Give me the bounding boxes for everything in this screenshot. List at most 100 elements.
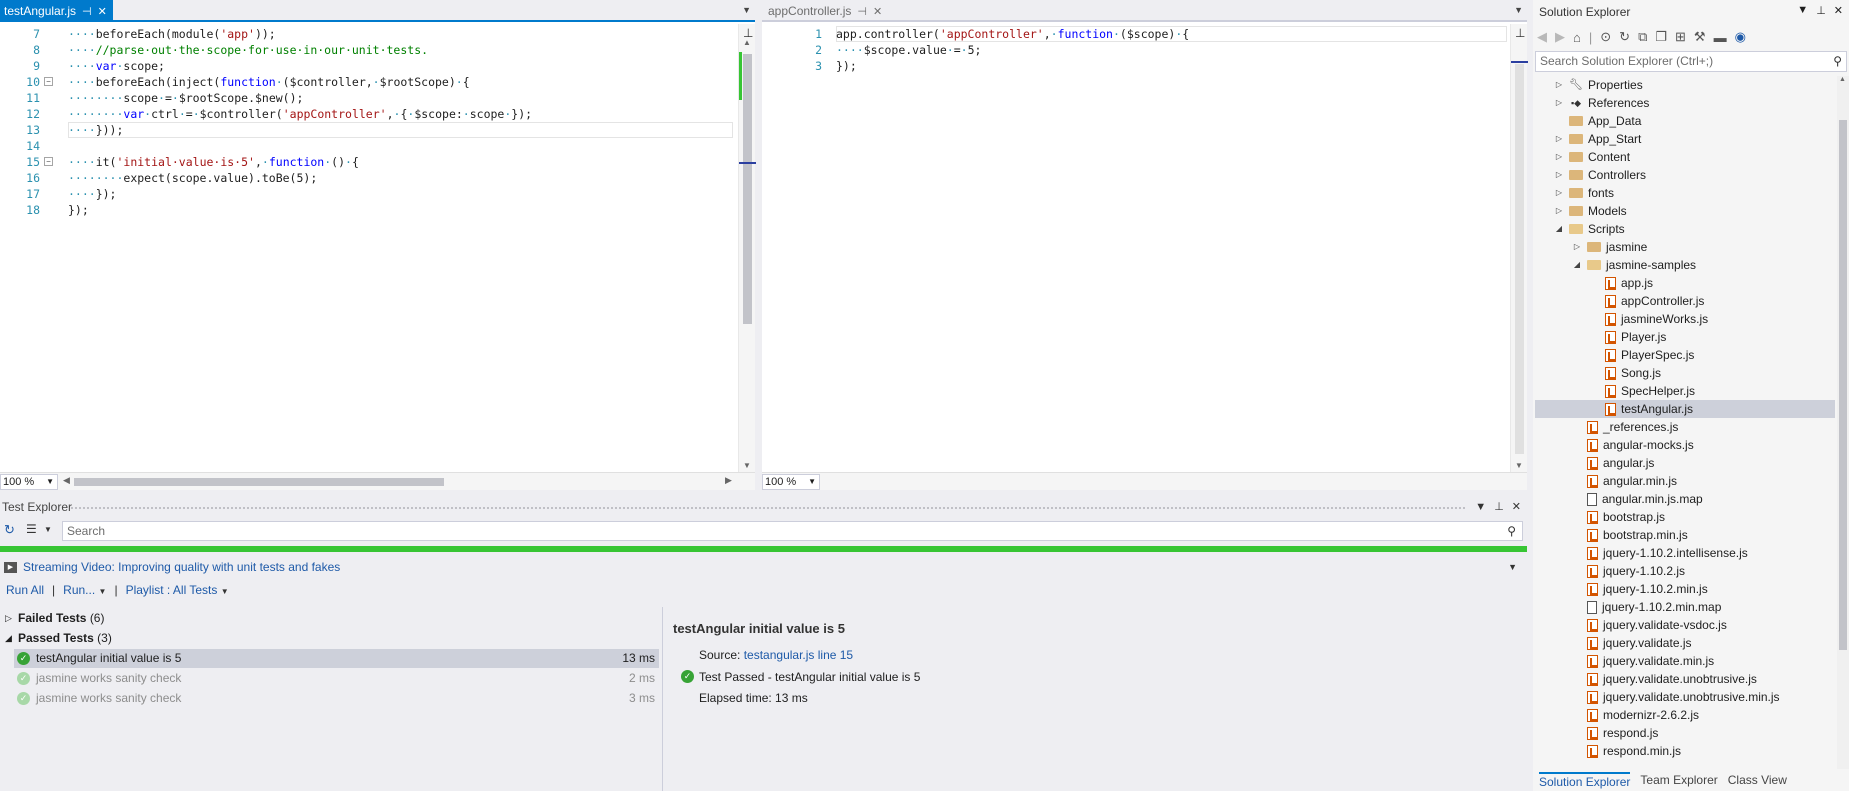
tree-item[interactable]: Player.js <box>1590 328 1666 346</box>
tree-item[interactable]: SpecHelper.js <box>1590 382 1695 400</box>
expand-arrow-icon[interactable]: ▷ <box>1554 202 1564 220</box>
solution-search-input[interactable]: Search Solution Explorer (Ctrl+;) ⚲ <box>1535 51 1847 72</box>
close-icon[interactable]: ✕ <box>98 5 107 18</box>
tree-item[interactable]: PlayerSpec.js <box>1590 346 1694 364</box>
expand-arrow-icon[interactable]: ▷ <box>1554 76 1564 94</box>
tree-item[interactable]: ▷ Models <box>1554 202 1627 220</box>
dropdown-icon[interactable]: ▼ <box>1475 497 1486 518</box>
scroll-right-icon[interactable]: ▶ <box>725 475 732 486</box>
tree-item[interactable]: app.js <box>1590 274 1653 292</box>
code-area-left[interactable]: ····beforeEach(module('app')); ····//pars… <box>68 24 733 472</box>
code-line[interactable]: ····it('initial·value·is·5',·function·()… <box>68 154 359 170</box>
passed-tests-group[interactable]: ◢ Passed Tests (3) <box>0 629 112 648</box>
code-line[interactable]: ····beforeEach(module('app')); <box>68 26 276 42</box>
code-line[interactable]: ········scope·=·$rootScope.$new(); <box>68 90 303 106</box>
scroll-up-icon[interactable]: ▲ <box>1839 76 1846 83</box>
tab-dropdown-icon[interactable]: ▼ <box>742 5 751 15</box>
tree-item[interactable]: ▷ Controllers <box>1554 166 1646 184</box>
browser-icon[interactable]: ◉ <box>1735 29 1746 45</box>
test-row[interactable]: ✓ jasmine works sanity check 3 ms <box>14 689 659 708</box>
tab-solution-explorer[interactable]: Solution Explorer <box>1539 771 1631 789</box>
close-icon[interactable]: ✕ <box>1512 497 1521 518</box>
preview-icon[interactable]: ▬ <box>1714 30 1727 45</box>
tree-item[interactable]: jquery.validate-vsdoc.js <box>1572 616 1727 634</box>
pin-icon[interactable]: ⊣ <box>857 5 867 18</box>
tree-item[interactable]: angular-mocks.js <box>1572 436 1694 454</box>
chevron-down-icon[interactable]: ▼ <box>1508 562 1517 572</box>
tree-item[interactable]: jquery-1.10.2.intellisense.js <box>1572 544 1748 562</box>
code-line[interactable]: ····}); <box>68 186 116 202</box>
tab-testangular[interactable]: testAngular.js ⊣ ✕ <box>0 0 113 22</box>
code-line[interactable]: ····})); <box>68 122 123 138</box>
scroll-thumb[interactable] <box>1839 120 1847 650</box>
zoom-select-right[interactable]: 100 % ▼ <box>762 474 820 490</box>
horizontal-scroll-thumb[interactable] <box>74 478 444 486</box>
tree-item[interactable]: jquery-1.10.2.min.js <box>1572 580 1708 598</box>
tree-scrollbar[interactable]: ▲ <box>1837 76 1849 769</box>
tree-item[interactable]: ▷ ▪◆ References <box>1554 94 1649 112</box>
split-icon[interactable]: ⊥ <box>1515 26 1525 40</box>
code-line[interactable]: }); <box>836 58 857 74</box>
tree-item[interactable]: ▷ fonts <box>1554 184 1614 202</box>
dropdown-icon[interactable]: ▼ <box>1797 4 1808 17</box>
test-row[interactable]: ✓ testAngular initial value is 5 13 ms <box>14 649 659 668</box>
collapse-arrow-icon[interactable]: ◢ <box>1572 256 1582 274</box>
search-icon[interactable]: ⚲ <box>1833 52 1842 71</box>
group-by-icon[interactable]: ☰ <box>26 522 37 536</box>
tree-item[interactable]: jquery-1.10.2.min.map <box>1572 598 1721 616</box>
tree-item[interactable]: modernizr-2.6.2.js <box>1572 706 1699 724</box>
code-line[interactable]: app.controller('appController',·function… <box>836 26 1189 42</box>
streaming-video-link[interactable]: ▶ Streaming Video: Improving quality wit… <box>4 559 340 575</box>
vertical-scrollbar[interactable]: ⊥ ▲ ▼ <box>738 24 756 472</box>
code-line[interactable]: ········expect(scope.value).toBe(5); <box>68 170 317 186</box>
collapse-icon[interactable]: − <box>44 77 53 86</box>
refresh-icon[interactable]: ↻ <box>1619 29 1630 45</box>
tree-item[interactable]: jquery-1.10.2.js <box>1572 562 1685 580</box>
copy-icon[interactable]: ⊞ <box>1675 29 1686 45</box>
scroll-down-icon[interactable]: ▼ <box>743 461 751 470</box>
tree-item[interactable]: jasmineWorks.js <box>1590 310 1708 328</box>
pin-icon[interactable]: ⊥ <box>1816 4 1826 17</box>
scroll-down-icon[interactable]: ▼ <box>1515 461 1523 470</box>
editor-appcontroller[interactable]: appController.js ⊣ ✕ ▼ 1 2 3 app.controlle… <box>762 0 1528 490</box>
scroll-thumb[interactable] <box>1515 64 1524 454</box>
test-row[interactable]: ✓ jasmine works sanity check 2 ms <box>14 669 659 688</box>
source-link[interactable]: testangular.js line 15 <box>744 648 853 662</box>
tree-item[interactable]: Song.js <box>1590 364 1661 382</box>
search-icon[interactable]: ⚲ <box>1507 522 1516 540</box>
tree-item[interactable]: App_Data <box>1554 112 1641 130</box>
tree-item[interactable]: jquery.validate.unobtrusive.min.js <box>1572 688 1780 706</box>
back-icon[interactable]: ◀ <box>1537 29 1547 45</box>
run-all-button[interactable]: Run All <box>6 582 44 598</box>
expand-arrow-icon[interactable]: ▷ <box>1554 166 1564 184</box>
tab-dropdown-icon[interactable]: ▼ <box>1514 5 1523 15</box>
expand-arrow-icon[interactable]: ▷ <box>5 609 12 628</box>
tab-class-view[interactable]: Class View <box>1728 773 1787 787</box>
code-line[interactable]: ········var·ctrl·=·$controller('appContr… <box>68 106 532 122</box>
tree-item[interactable]: respond.min.js <box>1572 742 1681 760</box>
expand-arrow-icon[interactable]: ▷ <box>1554 130 1564 148</box>
close-icon[interactable]: ✕ <box>873 5 882 18</box>
tree-item[interactable]: respond.js <box>1572 724 1658 742</box>
tree-item[interactable]: bootstrap.js <box>1572 508 1665 526</box>
tree-item[interactable]: angular.js <box>1572 454 1654 472</box>
properties-icon[interactable]: ⚒ <box>1694 29 1706 45</box>
chevron-down-icon[interactable]: ▼ <box>44 525 52 534</box>
tree-item[interactable]: jquery.validate.js <box>1572 634 1692 652</box>
code-area-right[interactable]: app.controller('appController',·function… <box>836 24 1507 472</box>
code-line[interactable]: ····var·scope; <box>68 58 165 74</box>
collapse-all-icon[interactable]: ⧉ <box>1638 29 1647 45</box>
refresh-icon[interactable]: ↻ <box>4 522 15 538</box>
tab-appcontroller[interactable]: appController.js ⊣ ✕ <box>764 0 888 22</box>
editor-testangular[interactable]: testAngular.js ⊣ ✕ ▼ 7 8 9 10−11 12 13 14 15−16… <box>0 0 756 490</box>
failed-tests-group[interactable]: ▷ Failed Tests (6) <box>0 609 104 628</box>
collapse-icon[interactable]: − <box>44 157 53 166</box>
scroll-thumb[interactable] <box>743 54 752 324</box>
tree-item[interactable]: ▷ 🔧︎ Properties <box>1554 76 1643 94</box>
code-line[interactable]: }); <box>68 202 89 218</box>
tree-item[interactable]: angular.min.js.map <box>1572 490 1703 508</box>
expand-arrow-icon[interactable]: ▷ <box>1554 148 1564 166</box>
tree-item[interactable]: testAngular.js <box>1535 400 1835 418</box>
show-all-files-icon[interactable]: ❐ <box>1655 29 1667 45</box>
collapse-arrow-icon[interactable]: ◢ <box>1554 220 1564 238</box>
